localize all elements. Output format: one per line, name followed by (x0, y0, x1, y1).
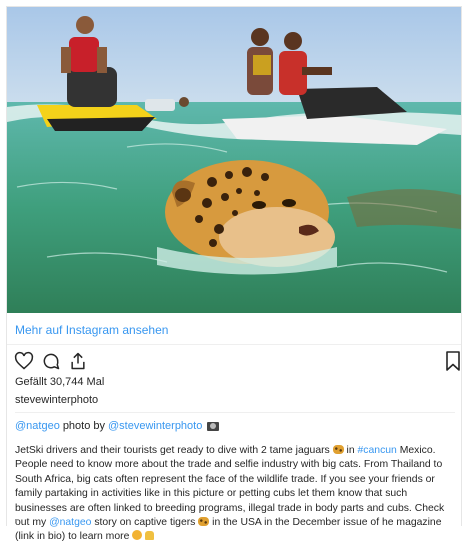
cancun-hashtag-link[interactable]: #cancun (358, 445, 397, 456)
natgeo-mention-link[interactable]: @natgeo (15, 420, 60, 432)
pray-emoji-icon (145, 531, 155, 541)
view-more-on-instagram-link[interactable]: Mehr auf Instagram ansehen (15, 323, 168, 337)
share-icon[interactable] (68, 351, 88, 371)
leopard-emoji-icon (198, 517, 210, 527)
bookmark-icon[interactable] (445, 351, 461, 371)
likes-count: Gefällt 30,744 Mal (15, 376, 105, 388)
post-caption: JetSki drivers and their tourists get re… (15, 444, 459, 545)
caption-text: Mexico. People need to know more about t… (15, 445, 445, 529)
post-photo[interactable] (7, 7, 461, 313)
instagram-embed: Mehr auf Instagram ansehen Gefällt 30,74… (6, 6, 462, 542)
caption-text: in (346, 445, 355, 456)
divider (7, 344, 461, 345)
overflow-dot (15, 519, 17, 521)
divider (15, 412, 455, 413)
natgeo-mention-link[interactable]: @natgeo (49, 517, 91, 528)
photo-credit: @natgeo photo by @stevewinterphoto (15, 420, 220, 432)
stevewinterphoto-mention-link[interactable]: @stevewinterphoto (108, 420, 202, 432)
leopard-emoji-icon (332, 445, 344, 454)
author-username[interactable]: stevewinterphoto (15, 394, 98, 406)
caption-text: story on captive tigers (94, 517, 196, 529)
lion-emoji-icon (132, 530, 143, 541)
action-bar (14, 350, 88, 372)
caption-text: JetSki drivers and their tourists get re… (15, 445, 330, 456)
comment-icon[interactable] (41, 351, 61, 371)
camera-icon (207, 421, 220, 431)
credit-text: photo by (62, 420, 106, 432)
heart-icon[interactable] (14, 351, 34, 371)
